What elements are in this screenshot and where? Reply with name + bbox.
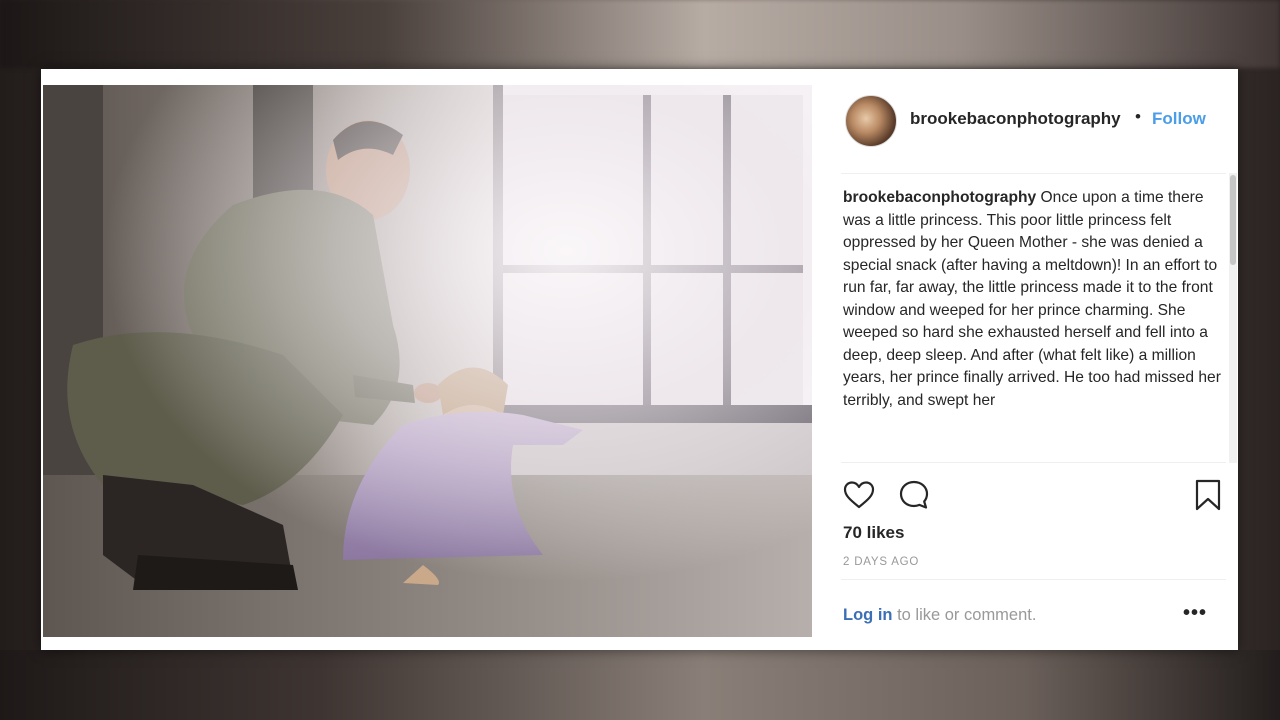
post-timestamp[interactable]: 2 DAYS AGO — [843, 556, 919, 568]
more-options-icon[interactable]: ••• — [1183, 602, 1207, 625]
background-top — [0, 0, 1280, 68]
header-separator: • — [1135, 107, 1141, 126]
login-prompt: Log in to like or comment. — [843, 606, 1036, 625]
scrollbar-thumb[interactable] — [1230, 175, 1236, 265]
divider — [841, 579, 1226, 580]
bookmark-icon — [1195, 479, 1221, 511]
caption-username[interactable]: brookebaconphotography — [843, 189, 1036, 206]
login-link[interactable]: Log in — [843, 606, 892, 624]
divider — [841, 173, 1226, 174]
post-sidebar: brookebaconphotography • Follow brookeba… — [813, 69, 1238, 650]
caption-container[interactable]: brookebaconphotography Once upon a time … — [843, 187, 1223, 459]
header-username[interactable]: brookebaconphotography — [910, 109, 1121, 129]
login-prompt-text: to like or comment. — [892, 606, 1037, 624]
save-button[interactable] — [1190, 477, 1226, 513]
background-bottom — [0, 650, 1280, 720]
likes-count[interactable]: 70 likes — [843, 523, 904, 543]
action-bar — [841, 477, 1226, 513]
heart-icon — [843, 481, 875, 509]
divider — [841, 462, 1226, 463]
comment-icon — [899, 480, 929, 509]
caption-text: Once upon a time there was a little prin… — [843, 189, 1221, 409]
comment-button[interactable] — [896, 477, 932, 513]
post-header: brookebaconphotography • Follow — [813, 69, 1238, 169]
caption: brookebaconphotography Once upon a time … — [843, 187, 1223, 412]
instagram-post: brookebaconphotography • Follow brookeba… — [41, 69, 1238, 650]
caption-scrollbar[interactable] — [1229, 173, 1237, 463]
like-button[interactable] — [841, 477, 877, 513]
post-photo-illustration — [43, 85, 812, 637]
post-photo — [43, 85, 812, 637]
follow-button[interactable]: Follow — [1152, 109, 1206, 129]
avatar[interactable] — [845, 95, 897, 147]
